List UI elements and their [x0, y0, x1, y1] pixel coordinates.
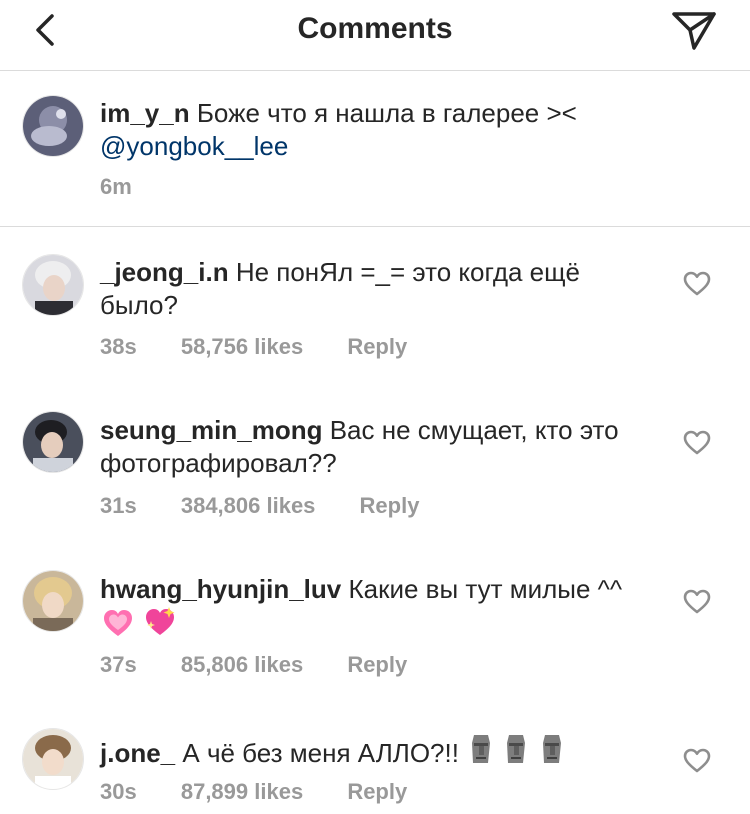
avatar[interactable]: [22, 570, 84, 632]
comment-meta: 31s 384,806 likes Reply: [100, 493, 457, 519]
comment-meta: 30s 87,899 likes Reply: [100, 779, 445, 805]
avatar[interactable]: [22, 728, 84, 790]
moai-emoji: [542, 735, 561, 763]
timestamp: 38s: [100, 334, 137, 359]
timestamp: 30s: [100, 779, 137, 804]
username[interactable]: im_y_n: [100, 98, 190, 128]
reply-button[interactable]: Reply: [360, 493, 420, 518]
avatar[interactable]: [22, 411, 84, 473]
reply-button[interactable]: Reply: [347, 334, 407, 359]
sparkling-heart-emoji: [146, 607, 175, 635]
post-caption: im_y_n Боже что я нашла в галерее >< @yo…: [0, 71, 750, 227]
heart-icon[interactable]: [683, 271, 711, 297]
caption-meta: 6m: [100, 174, 170, 200]
comment-meta: 38s 58,756 likes Reply: [100, 334, 445, 360]
timestamp: 37s: [100, 652, 137, 677]
username[interactable]: _jeong_i.n: [100, 257, 229, 287]
username[interactable]: j.one_: [100, 738, 175, 768]
likes-count[interactable]: 87,899 likes: [181, 779, 303, 804]
comment-text: j.one_ А чё без меня АЛЛО?!!: [100, 733, 660, 770]
comment-text: _jeong_i.n Не понЯл =_= это когда ещё бы…: [100, 256, 660, 322]
mention-link[interactable]: @yongbok__lee: [100, 131, 288, 161]
heart-icon[interactable]: [683, 748, 711, 774]
page-title: Comments: [297, 12, 453, 45]
avatar[interactable]: [22, 95, 84, 157]
likes-count[interactable]: 384,806 likes: [181, 493, 316, 518]
growing-heart-emoji: [104, 610, 132, 636]
likes-count[interactable]: 85,806 likes: [181, 652, 303, 677]
comment-text: hwang_hyunjin_luv Какие вы тут милые ^^: [100, 573, 660, 643]
heart-icon[interactable]: [683, 430, 711, 456]
comment-body: Какие вы тут милые ^^: [348, 574, 623, 604]
moai-emoji: [507, 735, 526, 763]
timestamp: 6m: [100, 174, 132, 199]
header-bar: Comments: [0, 0, 750, 71]
comment-text: seung_min_mong Вас не смущает, кто это ф…: [100, 414, 660, 480]
moai-emoji: [472, 735, 491, 763]
caption-text: im_y_n Боже что я нашла в галерее >< @yo…: [100, 97, 660, 163]
username[interactable]: hwang_hyunjin_luv: [100, 574, 341, 604]
caption-body: Боже что я нашла в галерее ><: [196, 98, 577, 128]
username[interactable]: seung_min_mong: [100, 415, 322, 445]
reply-button[interactable]: Reply: [347, 779, 407, 804]
reply-button[interactable]: Reply: [347, 652, 407, 677]
timestamp: 31s: [100, 493, 137, 518]
comment-meta: 37s 85,806 likes Reply: [100, 652, 445, 678]
heart-icon[interactable]: [683, 589, 711, 615]
likes-count[interactable]: 58,756 likes: [181, 334, 303, 359]
comment-body: А чё без меня АЛЛО?!!: [182, 738, 459, 768]
avatar[interactable]: [22, 254, 84, 316]
paper-plane-icon[interactable]: [670, 6, 718, 54]
